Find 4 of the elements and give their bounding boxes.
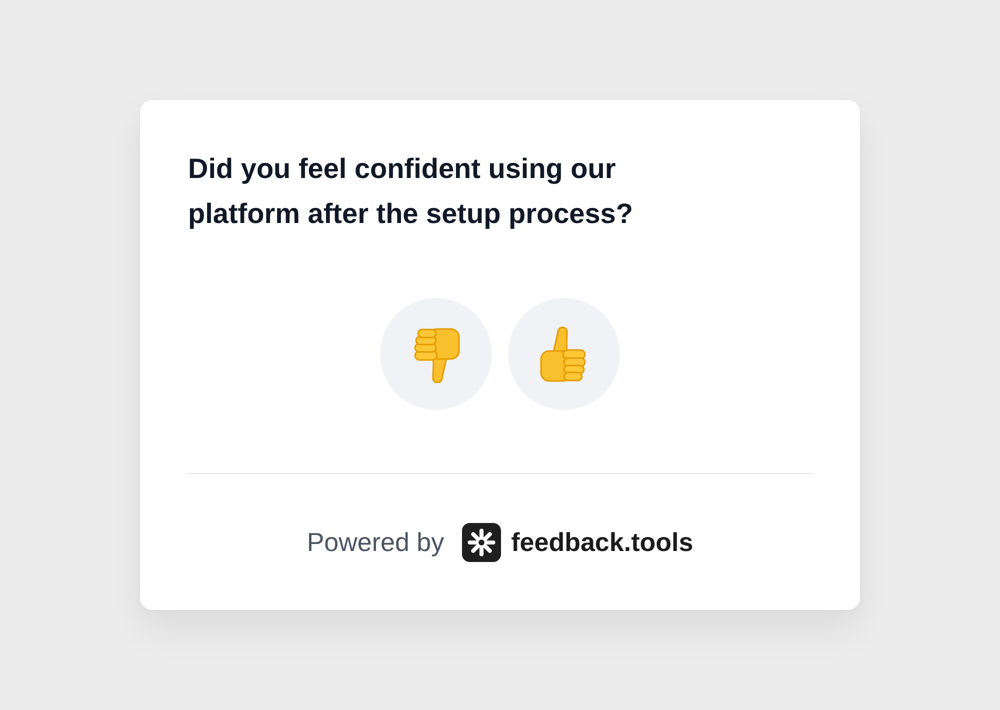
question-text: Did you feel confident using our platform after the setup process? [188,152,634,231]
powered-by-text: Powered by [306,526,444,558]
brand-link[interactable]: feedback.tools [462,522,694,562]
asterisk-logo-icon [462,522,502,562]
